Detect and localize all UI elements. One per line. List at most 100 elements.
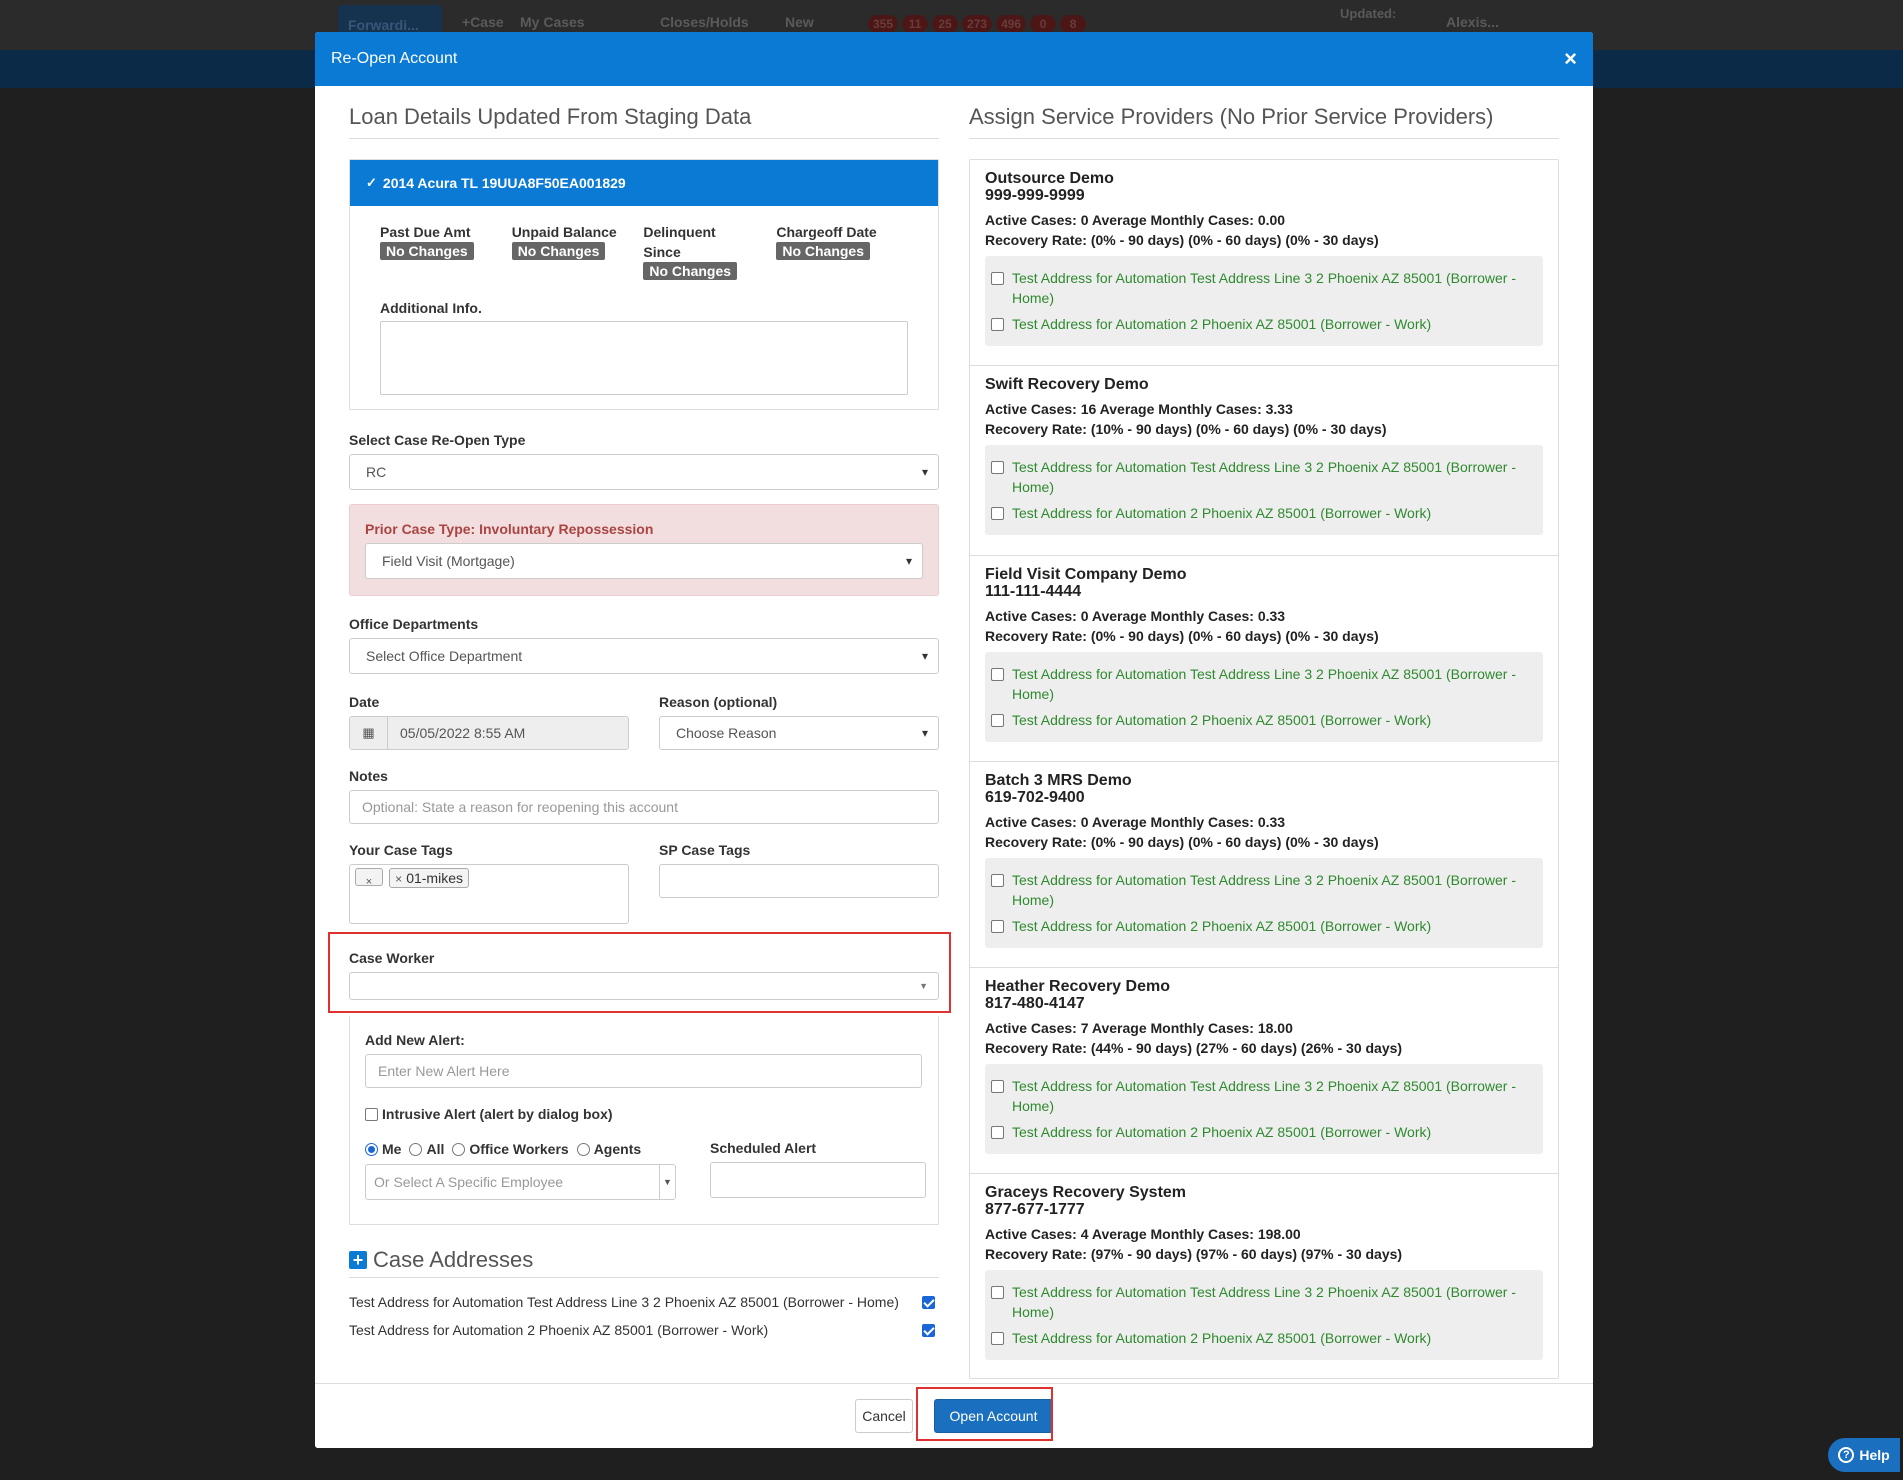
help-button[interactable]: ? Help: [1828, 1438, 1900, 1472]
chevron-down-icon: ▾: [921, 726, 928, 740]
provider-address-link[interactable]: Test Address for Automation 2 Phoenix AZ…: [1012, 1328, 1431, 1348]
plus-icon[interactable]: +: [349, 1251, 367, 1269]
calendar-icon[interactable]: ▦: [350, 717, 388, 749]
background-badges: 355 11 25 273 496 0 8: [868, 15, 1087, 33]
case-address-checkbox[interactable]: [922, 1323, 935, 1337]
provider-recovery-rate: Recovery Rate: (0% - 90 days) (0% - 60 d…: [985, 834, 1379, 850]
left-column: Loan Details Updated From Staging Data ✓…: [349, 104, 939, 1350]
provider-address-checkbox[interactable]: [991, 461, 1004, 474]
provider-address-link[interactable]: Test Address for Automation Test Address…: [1012, 870, 1537, 910]
provider-addresses: Test Address for Automation Test Address…: [985, 256, 1543, 346]
right-column: Assign Service Providers (No Prior Servi…: [969, 104, 1559, 1379]
employee-select[interactable]: Or Select A Specific Employee ▼: [365, 1164, 676, 1200]
checkmark-icon: ✓: [366, 175, 377, 190]
case-address-checkbox[interactable]: [922, 1295, 935, 1309]
your-tags-group: Your Case Tags × × 01-mikes: [349, 842, 629, 924]
date-input[interactable]: ▦ 05/05/2022 8:55 AM: [349, 716, 629, 750]
provider-address-item: Test Address for Automation Test Address…: [991, 457, 1537, 497]
reopen-type-select[interactable]: RC ▾: [349, 454, 939, 490]
close-icon[interactable]: ×: [1564, 46, 1577, 72]
loan-details-title: Loan Details Updated From Staging Data: [349, 104, 939, 139]
no-changes-badge: No Changes: [776, 242, 871, 260]
reopen-type-label: Select Case Re-Open Type: [349, 432, 526, 448]
provider-address-link[interactable]: Test Address for Automation Test Address…: [1012, 268, 1537, 308]
provider-address-checkbox[interactable]: [991, 1332, 1004, 1345]
background-user-label: Alexis...: [1446, 14, 1499, 30]
alert-box: Add New Alert: Enter New Alert Here Intr…: [349, 1016, 939, 1225]
help-label: Help: [1859, 1447, 1890, 1463]
recipient-group: Me All Office Workers Agents Or Select A…: [365, 1138, 676, 1200]
provider-card: Outsource Demo 999-999-9999 Active Cases…: [970, 160, 1558, 366]
provider-address-link[interactable]: Test Address for Automation 2 Phoenix AZ…: [1012, 710, 1431, 730]
provider-stats: Active Cases: 0 Average Monthly Cases: 0…: [985, 814, 1286, 830]
loan-field-past-due: Past Due Amt No Changes: [380, 222, 512, 280]
background-updated-label: Updated:: [1340, 6, 1397, 21]
provider-recovery-rate: Recovery Rate: (10% - 90 days) (0% - 60 …: [985, 421, 1387, 437]
notes-group: Notes Optional: State a reason for reope…: [349, 768, 939, 824]
notes-input[interactable]: Optional: State a reason for reopening t…: [349, 790, 939, 824]
scheduled-alert-label: Scheduled Alert: [710, 1140, 817, 1156]
loan-panel-header[interactable]: ✓ 2014 Acura TL 19UUA8F50EA001829: [350, 160, 938, 206]
loan-panel-body: Past Due Amt No Changes Unpaid Balance N…: [350, 206, 938, 409]
provider-phone: 999-999-9999: [985, 187, 1085, 204]
provider-recovery-rate: Recovery Rate: (97% - 90 days) (97% - 60…: [985, 1246, 1403, 1262]
provider-address-checkbox[interactable]: [991, 318, 1004, 331]
provider-address-link[interactable]: Test Address for Automation Test Address…: [1012, 1282, 1537, 1322]
reason-select[interactable]: Choose Reason ▾: [659, 716, 939, 750]
intrusive-alert-checkbox[interactable]: [365, 1107, 378, 1121]
provider-address-checkbox[interactable]: [991, 1126, 1004, 1139]
provider-address-checkbox[interactable]: [991, 668, 1004, 681]
provider-recovery-rate: Recovery Rate: (0% - 90 days) (0% - 60 d…: [985, 232, 1379, 248]
provider-address-link[interactable]: Test Address for Automation 2 Phoenix AZ…: [1012, 1122, 1431, 1142]
provider-address-checkbox[interactable]: [991, 1080, 1004, 1093]
remove-tag-icon[interactable]: ×: [395, 872, 402, 886]
radio-agents[interactable]: [576, 1142, 590, 1156]
background-badge: 355: [868, 15, 899, 33]
remove-tag-icon[interactable]: ×: [355, 868, 383, 888]
radio-me[interactable]: [365, 1142, 378, 1156]
provider-address-item: Test Address for Automation Test Address…: [991, 1076, 1537, 1116]
radio-office-workers[interactable]: [452, 1142, 466, 1156]
sp-tags-input[interactable]: [659, 864, 939, 898]
case-addresses-title[interactable]: + Case Addresses: [349, 1247, 939, 1278]
loan-field-label: Unpaid Balance: [511, 224, 617, 240]
provider-address-checkbox[interactable]: [991, 272, 1004, 285]
case-worker-highlight: [328, 932, 951, 1013]
radio-all[interactable]: [409, 1142, 423, 1156]
provider-address-link[interactable]: Test Address for Automation Test Address…: [1012, 457, 1537, 497]
provider-address-item: Test Address for Automation 2 Phoenix AZ…: [991, 710, 1537, 730]
reopen-type-value: RC: [366, 464, 387, 480]
sp-tags-group: SP Case Tags: [659, 842, 939, 924]
additional-info-textarea[interactable]: [380, 321, 908, 395]
reason-group: Reason (optional) Choose Reason ▾: [659, 694, 939, 750]
provider-name: Batch 3 MRS Demo: [985, 772, 1132, 789]
background-nav-new: New: [785, 14, 814, 30]
provider-card: Field Visit Company Demo 111-111-4444 Ac…: [970, 556, 1558, 762]
provider-address-checkbox[interactable]: [991, 714, 1004, 727]
sp-tags-label: SP Case Tags: [659, 842, 751, 858]
provider-address-link[interactable]: Test Address for Automation Test Address…: [1012, 664, 1537, 704]
office-departments-select[interactable]: Select Office Department ▾: [349, 638, 939, 674]
provider-address-item: Test Address for Automation 2 Phoenix AZ…: [991, 314, 1537, 334]
add-alert-input[interactable]: Enter New Alert Here: [365, 1054, 922, 1088]
provider-address-checkbox[interactable]: [991, 507, 1004, 520]
provider-addresses: Test Address for Automation Test Address…: [985, 858, 1543, 948]
scheduled-alert-input[interactable]: [710, 1162, 926, 1198]
provider-address-item: Test Address for Automation 2 Phoenix AZ…: [991, 1328, 1537, 1348]
provider-address-checkbox[interactable]: [991, 1286, 1004, 1299]
office-departments-group: Office Departments Select Office Departm…: [349, 616, 939, 674]
provider-address-checkbox[interactable]: [991, 874, 1004, 887]
chevron-down-icon: ▾: [905, 554, 912, 568]
provider-address-link[interactable]: Test Address for Automation 2 Phoenix AZ…: [1012, 503, 1431, 523]
provider-address-link[interactable]: Test Address for Automation 2 Phoenix AZ…: [1012, 314, 1431, 334]
provider-address-link[interactable]: Test Address for Automation Test Address…: [1012, 1076, 1537, 1116]
case-address-item: Test Address for Automation Test Address…: [349, 1294, 939, 1310]
provider-address-item: Test Address for Automation 2 Phoenix AZ…: [991, 916, 1537, 936]
cancel-button[interactable]: Cancel: [855, 1399, 913, 1433]
prior-case-value: Field Visit (Mortgage): [382, 553, 515, 569]
provider-address-checkbox[interactable]: [991, 920, 1004, 933]
provider-address-link[interactable]: Test Address for Automation 2 Phoenix AZ…: [1012, 916, 1431, 936]
loan-field-label: Chargeoff Date: [776, 224, 877, 240]
prior-case-select[interactable]: Field Visit (Mortgage) ▾: [365, 543, 923, 579]
your-tags-input[interactable]: × × 01-mikes: [349, 864, 629, 924]
